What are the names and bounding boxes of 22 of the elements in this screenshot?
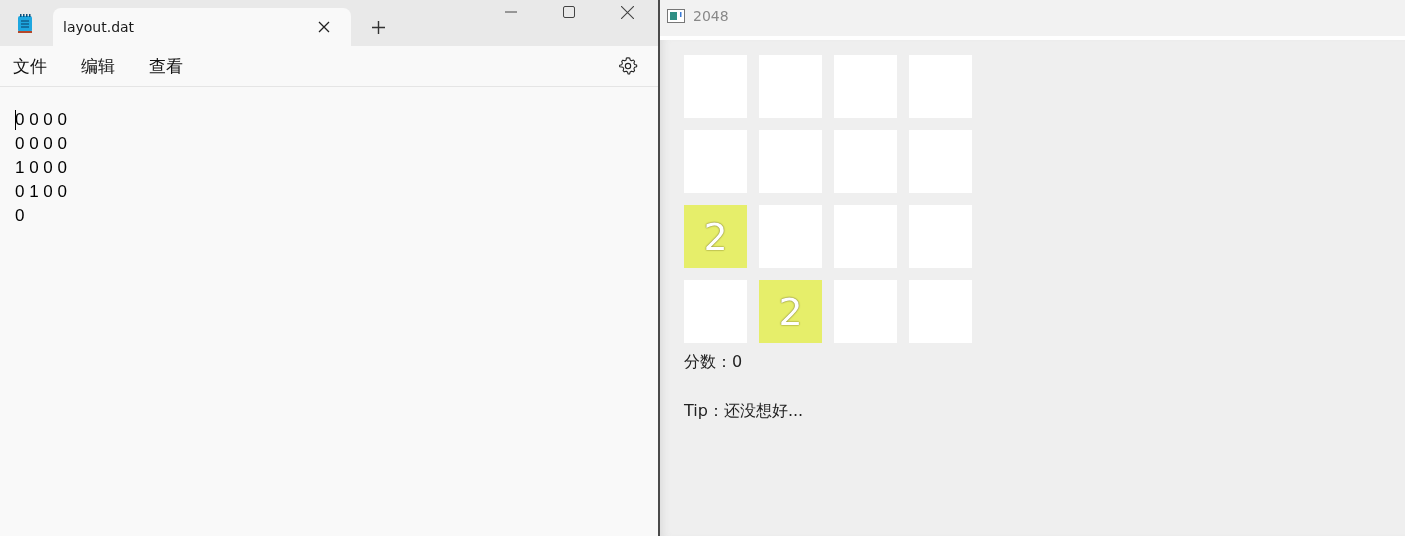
window-title: 2048: [693, 8, 729, 24]
tip-label: Tip：还没想好...: [684, 401, 805, 422]
number-tile: 2: [759, 280, 822, 343]
number-tile: 2: [684, 205, 747, 268]
close-icon[interactable]: [621, 6, 634, 19]
notepad-icon: [17, 14, 33, 34]
settings-icon[interactable]: [618, 56, 638, 76]
file-tab[interactable]: layout.dat: [53, 8, 351, 46]
text-line: 0 0 0 0: [15, 109, 68, 131]
score-label: 分数：0: [684, 352, 744, 373]
tab-title: layout.dat: [63, 19, 136, 35]
menu-item[interactable]: 查看: [149, 54, 183, 78]
close-icon[interactable]: [318, 21, 330, 33]
plus-icon[interactable]: [372, 21, 385, 34]
text-line: 0 0 0 0: [15, 133, 68, 155]
menu-item[interactable]: 编辑: [81, 54, 115, 78]
text-line: 0: [15, 205, 26, 227]
menu-item[interactable]: 文件: [13, 54, 47, 78]
maximize-icon[interactable]: [563, 6, 575, 18]
text-line: 1 0 0 0: [15, 157, 68, 179]
text-line: 0 1 0 0: [15, 181, 68, 203]
app-icon: [667, 9, 685, 23]
